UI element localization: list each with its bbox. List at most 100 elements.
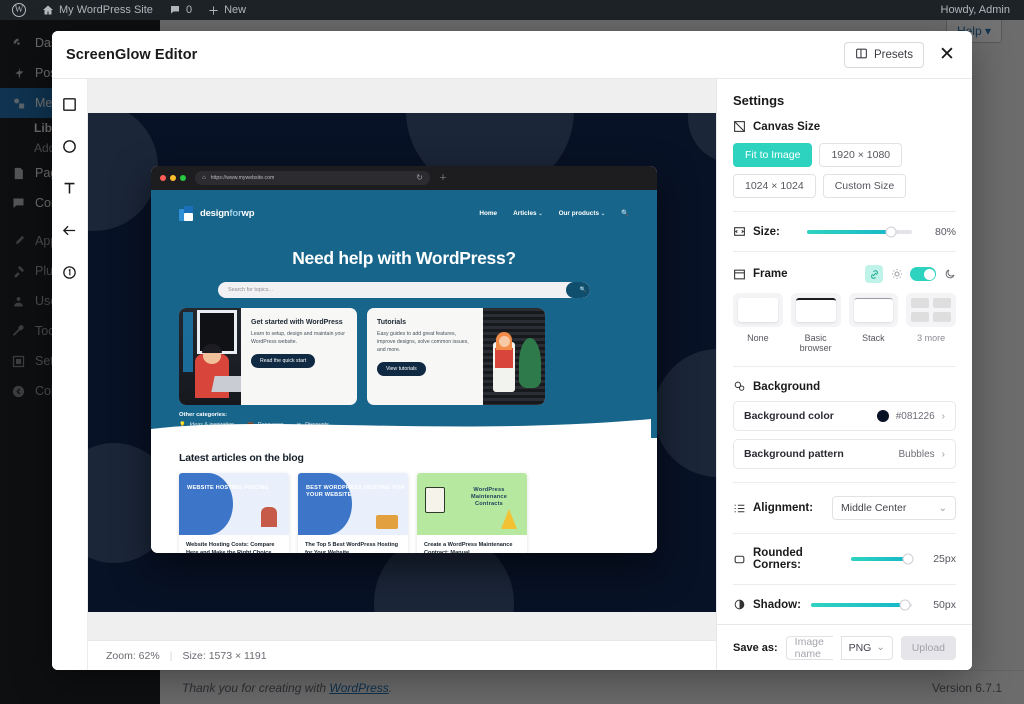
close-dot — [160, 175, 166, 181]
canvas-size-1920x1080[interactable]: 1920 × 1080 — [819, 143, 903, 167]
canvas-size-1024x1024[interactable]: 1024 × 1024 — [733, 174, 816, 198]
canvas-size-fit-to-image[interactable]: Fit to Image — [733, 143, 813, 167]
site-hero: designforwp Home Articles ⌄ Our products… — [151, 190, 657, 439]
new-content-menu[interactable]: New — [200, 0, 254, 20]
browser-chrome-bar: ⌂ https://www.mywebsite.com ↻ ＋ — [151, 166, 657, 190]
rounded-corners-slider-knob[interactable] — [902, 553, 914, 565]
nav-item-our-products[interactable]: Our products ⌄ — [559, 210, 605, 217]
moon-icon[interactable] — [943, 268, 956, 281]
reload-icon[interactable]: ↻ — [416, 174, 423, 182]
search-placeholder: Search for topics... — [228, 287, 273, 293]
post-title: Create a WordPress Maintenance Contract:… — [424, 542, 513, 553]
nav-item-home[interactable]: Home — [479, 210, 497, 217]
new-label: New — [224, 4, 247, 16]
frame-theme-toggle[interactable] — [910, 267, 936, 281]
shadow-slider[interactable] — [811, 599, 912, 610]
format-select[interactable]: PNG ⌄ — [840, 635, 893, 660]
post-kicker: WEBSITE HOSTING PRICING — [187, 485, 269, 491]
status-separator: | — [169, 649, 173, 662]
presets-label: Presets — [874, 48, 913, 61]
divider — [733, 584, 956, 585]
howdy-menu[interactable]: Howdy, Admin — [933, 0, 1024, 20]
sun-icon[interactable] — [890, 268, 903, 281]
card-illustration — [483, 308, 545, 405]
ellipse-tool[interactable] — [57, 133, 83, 159]
arrow-tool[interactable] — [57, 217, 83, 243]
blog-post-list: WEBSITE HOSTING PRICING Website Hosting … — [179, 473, 629, 553]
card-tutorials[interactable]: Tutorials Easy guides to add great featu… — [367, 308, 545, 405]
square-icon — [63, 97, 76, 111]
divider — [733, 482, 956, 483]
rounded-corners-slider[interactable] — [851, 553, 914, 565]
presets-button[interactable]: Presets — [844, 41, 924, 68]
canvas-size-options: Fit to Image 1920 × 1080 1024 × 1024 Cus… — [733, 143, 956, 198]
divider — [733, 211, 956, 212]
site-name-menu[interactable]: My WordPress Site — [34, 0, 161, 20]
shadow-slider-knob[interactable] — [899, 599, 911, 610]
nav-item-articles[interactable]: Articles ⌄ — [513, 210, 542, 217]
shield-icon: ⌂ — [202, 175, 206, 181]
rounded-corners-setting-row: Rounded Corners: 25px — [733, 547, 956, 571]
frame-option-basic-browser[interactable]: Basic browser — [790, 293, 841, 353]
link-icon[interactable] — [865, 265, 883, 283]
alignment-value: Middle Center — [841, 502, 907, 514]
bubble-decor — [688, 113, 716, 163]
alignment-setting-row: Alignment: Middle Center ⌄ — [733, 496, 956, 520]
step-number-tool[interactable] — [57, 259, 83, 285]
alignment-select[interactable]: Middle Center ⌄ — [832, 496, 956, 520]
size-slider[interactable] — [807, 226, 912, 237]
wp-logo-icon[interactable] — [4, 0, 34, 20]
search-submit-button[interactable]: 🔍 — [566, 282, 590, 298]
screenshot-frame[interactable]: ⌂ https://www.mywebsite.com ↻ ＋ designfo… — [151, 166, 657, 553]
size-slider-knob[interactable] — [885, 226, 897, 237]
frame-options: None Basic browser Stack 3 more — [733, 293, 956, 353]
canvas-size-custom[interactable]: Custom Size — [822, 174, 907, 198]
settings-title: Settings — [733, 93, 785, 108]
card-illustration — [179, 308, 241, 405]
background-section-label: Background — [733, 380, 956, 393]
image-name-placeholder: Image name — [794, 635, 824, 660]
card-button[interactable]: Read the quick start — [251, 354, 316, 369]
url-text: https://www.mywebsite.com — [210, 175, 275, 181]
frame-option-stack[interactable]: Stack — [848, 293, 899, 353]
brand-text: designforwp — [200, 207, 255, 219]
close-icon[interactable]: ✕ — [936, 44, 958, 66]
background-color-swatch — [876, 410, 889, 422]
search-icon[interactable]: 🔍 — [621, 209, 629, 217]
alignment-icon — [733, 502, 746, 515]
browser-url-bar[interactable]: ⌂ https://www.mywebsite.com ↻ — [195, 171, 430, 185]
blog-post-card[interactable]: BEST WORDPRESS HOSTING FOR YOUR WEBSITE … — [298, 473, 408, 553]
zoom-dot — [180, 175, 186, 181]
blog-heading: Latest articles on the blog — [179, 452, 304, 464]
post-kicker: WordPress Maintenance Contracts — [470, 487, 508, 507]
blog-post-card[interactable]: WordPress Maintenance Contracts Create a… — [417, 473, 527, 553]
site-name-label: My WordPress Site — [59, 4, 153, 16]
hero-search-field[interactable]: Search for topics... 🔍 — [218, 282, 590, 298]
frame-option-none[interactable]: None — [733, 293, 783, 353]
size-label: Size: — [733, 225, 797, 238]
frame-option-3-more[interactable]: 3 more — [906, 293, 956, 353]
post-title: Website Hosting Costs: Compare Here and … — [186, 542, 275, 553]
background-pattern-row[interactable]: Background pattern Bubbles › — [733, 439, 956, 469]
rectangle-tool[interactable] — [57, 91, 83, 117]
text-tool[interactable] — [57, 175, 83, 201]
background-color-row[interactable]: Background color #081226 › — [733, 401, 956, 431]
upload-button[interactable]: Upload — [900, 635, 956, 660]
image-name-input[interactable]: Image name — [785, 635, 833, 660]
card-get-started[interactable]: Get started with WordPress Learn to setu… — [179, 308, 357, 405]
shadow-value: 50px — [933, 598, 956, 611]
background-color-value: #081226 — [895, 410, 935, 422]
card-button[interactable]: View tutorials — [377, 361, 426, 376]
plus-icon[interactable]: ＋ — [439, 174, 447, 182]
size-setting-row: Size: 80% — [733, 225, 956, 238]
hero-wave-divider — [151, 419, 651, 439]
blog-post-card[interactable]: WEBSITE HOSTING PRICING Website Hosting … — [179, 473, 289, 553]
comment-icon — [170, 6, 179, 14]
bubble-decor — [654, 349, 716, 477]
site-logo[interactable]: designforwp — [179, 205, 255, 221]
post-thumbnail: BEST WORDPRESS HOSTING FOR YOUR WEBSITE — [298, 473, 408, 535]
preview-canvas[interactable]: ⌂ https://www.mywebsite.com ↻ ＋ designfo… — [88, 113, 716, 612]
captured-website: designforwp Home Articles ⌄ Our products… — [151, 190, 657, 553]
canvas-viewport[interactable]: ⌂ https://www.mywebsite.com ↻ ＋ designfo… — [88, 79, 716, 640]
comments-bubble[interactable]: 0 — [161, 0, 200, 20]
